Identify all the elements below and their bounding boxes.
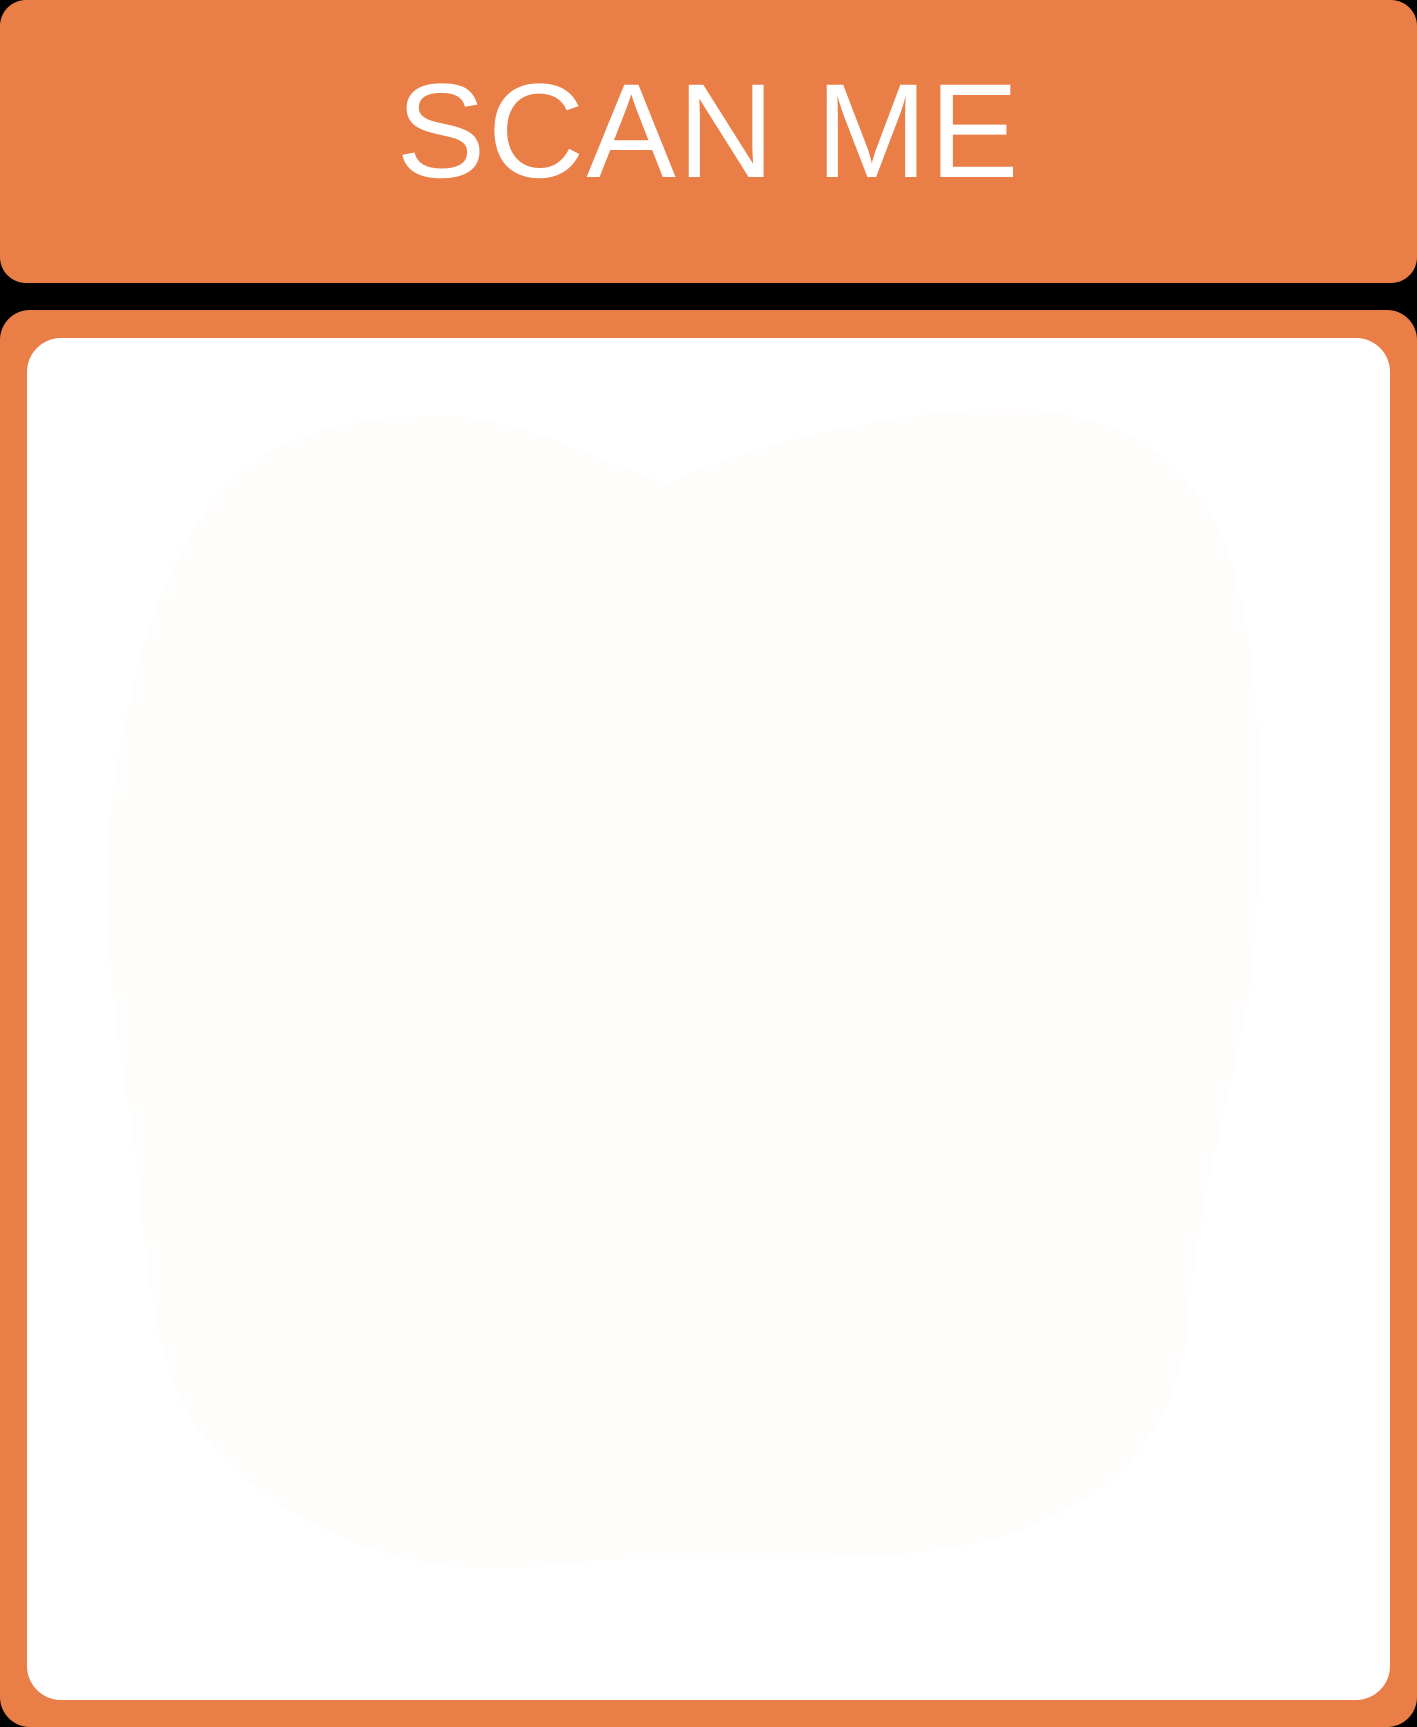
- qr-code-area[interactable]: [27, 338, 1390, 1700]
- qr-code-placeholder-icon: [107, 408, 1261, 1570]
- scan-me-card: SCAN ME: [0, 0, 1417, 1727]
- scan-me-header: SCAN ME: [0, 0, 1417, 283]
- scan-me-title: SCAN ME: [396, 56, 1021, 206]
- qr-code-frame: [0, 310, 1417, 1727]
- scan-area-blob: [107, 408, 1261, 1570]
